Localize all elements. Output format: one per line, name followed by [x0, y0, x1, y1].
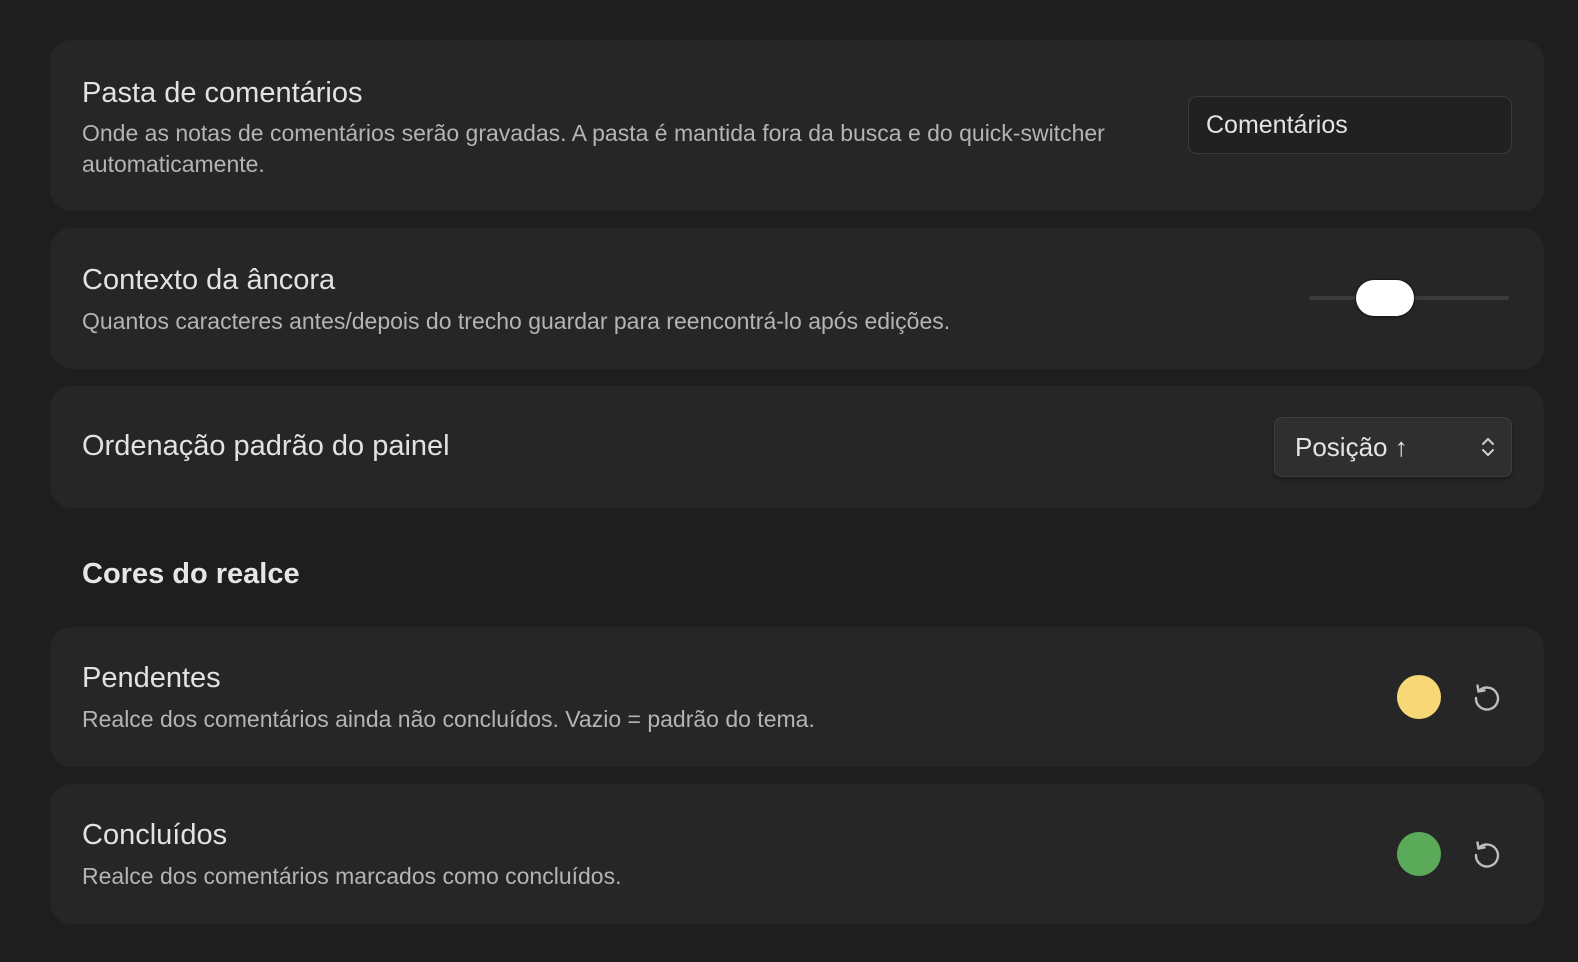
reset-icon[interactable] — [1468, 678, 1506, 716]
setting-done-color: Concluídos Realce dos comentários marcad… — [50, 784, 1544, 924]
setting-anchor-context: Contexto da âncora Quantos caracteres an… — [50, 228, 1544, 369]
anchor-context-slider[interactable] — [1309, 280, 1509, 316]
setting-description: Realce dos comentários ainda não concluí… — [82, 706, 815, 732]
setting-default-sort: Ordenação padrão do painel Posição ↑ — [50, 386, 1544, 508]
chevron-up-down-icon — [1482, 438, 1494, 456]
reset-icon[interactable] — [1468, 835, 1506, 873]
setting-description: Onde as notas de comentários serão grava… — [82, 120, 1105, 177]
default-sort-select[interactable]: Posição ↑ — [1274, 417, 1512, 477]
setting-title: Contexto da âncora — [82, 264, 336, 296]
setting-comments-folder: Pasta de comentários Onde as notas de co… — [50, 40, 1544, 211]
comments-folder-input[interactable]: Comentários — [1188, 96, 1512, 154]
pending-color-swatch[interactable] — [1397, 675, 1441, 719]
setting-title: Ordenação padrão do painel — [82, 430, 450, 462]
setting-title: Pendentes — [82, 662, 221, 694]
slider-thumb[interactable] — [1356, 280, 1414, 316]
section-heading-highlight-colors: Cores do realce — [82, 558, 300, 590]
select-value: Posição ↑ — [1295, 432, 1408, 462]
done-color-swatch[interactable] — [1397, 832, 1441, 876]
setting-description: Realce dos comentários marcados como con… — [82, 863, 622, 889]
setting-title: Pasta de comentários — [82, 77, 363, 109]
setting-title: Concluídos — [82, 819, 228, 851]
setting-pending-color: Pendentes Realce dos comentários ainda n… — [50, 627, 1544, 767]
setting-description: Quantos caracteres antes/depois do trech… — [82, 308, 951, 334]
